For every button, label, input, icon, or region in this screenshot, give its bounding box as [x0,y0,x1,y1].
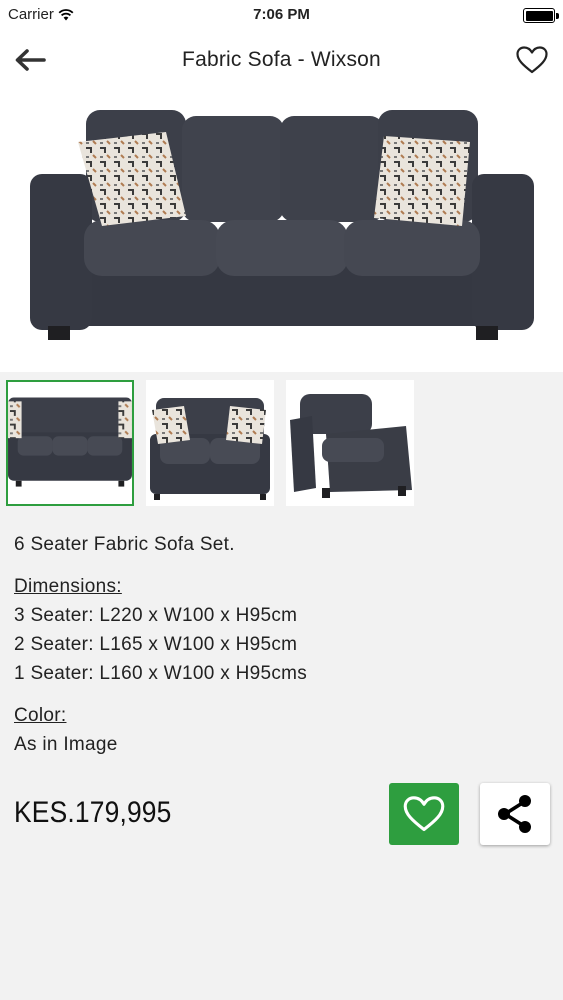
dimension-line-1-seater: 1 Seater: L160 x W100 x H95cms [14,663,308,684]
dimension-line-2-seater: 2 Seater: L165 x W100 x H95cm [14,634,298,655]
dimension-line-3-seater: 3 Seater: L220 x W100 x H95cm [14,605,298,626]
thumbnail-armchair[interactable] [286,380,414,506]
sofa-image [30,110,534,340]
page-title: Fabric Sofa - Wixson [182,48,381,71]
dimensions-heading: Dimensions: [14,576,122,597]
thumbnail-3-seater[interactable] [6,380,134,506]
share-button[interactable] [480,783,550,845]
status-time: 7:06 PM [253,6,310,23]
heart-outline-icon [516,46,548,74]
color-heading: Color: [14,705,67,726]
back-button[interactable] [10,44,50,76]
product-summary: 6 Seater Fabric Sofa Set. [14,534,235,555]
dimensions-section: Dimensions: 3 Seater: L220 x W100 x H95c… [14,572,554,688]
product-price: KES.179,995 [14,796,172,829]
share-icon [498,795,531,833]
heart-icon [403,796,445,832]
color-section: Color: As in Image [14,701,554,759]
nav-bar: Fabric Sofa - Wixson [0,30,563,90]
thumbnail-strip [0,372,563,512]
battery-icon [523,8,559,23]
add-to-wishlist-button[interactable] [389,783,459,845]
color-value: As in Image [14,734,118,755]
thumbnail-2-seater[interactable] [146,380,274,506]
arrow-left-icon [15,49,46,71]
status-bar: Carrier 7:06 PM [0,0,563,30]
product-description: 6 Seater Fabric Sofa Set. Dimensions: 3 … [14,530,554,759]
product-image[interactable] [0,90,563,372]
favorite-button[interactable] [513,42,551,78]
